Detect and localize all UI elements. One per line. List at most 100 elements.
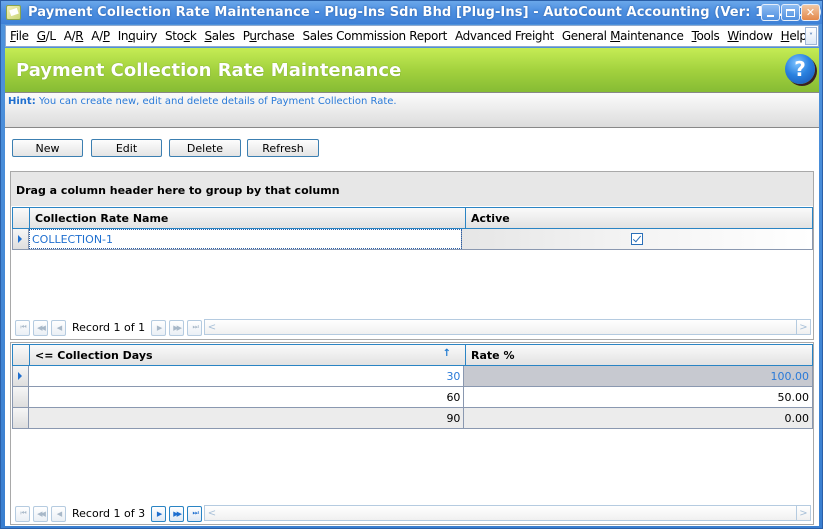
next-page-icon: ▶▶ (173, 323, 182, 332)
prev-page-button[interactable]: ◀◀ (33, 319, 48, 336)
menu-item-window[interactable]: Window (727, 29, 773, 43)
table-row[interactable]: 30 100.00 (12, 366, 813, 387)
first-icon: ⏮ (20, 509, 26, 517)
close-button[interactable]: ✕ (801, 4, 820, 21)
edit-button[interactable]: Edit (91, 139, 162, 157)
menu-item-a-r[interactable]: A/R (64, 29, 84, 43)
menu-item-a-p[interactable]: A/P (91, 29, 110, 43)
menu-item-tools[interactable]: Tools (692, 29, 720, 43)
menu-item-inquiry[interactable]: Inquiry (117, 29, 158, 43)
delete-button[interactable]: Delete (169, 139, 241, 157)
hint-panel: Hint: You can create new, edit and delet… (5, 92, 819, 128)
horizontal-scrollbar[interactable]: < > (204, 505, 811, 521)
rate-cell[interactable]: 0.00 (464, 408, 812, 428)
question-mark-icon: ? (794, 57, 806, 81)
column-header-rate[interactable]: Rate % (465, 345, 812, 365)
menu-label-part: A/ (63, 29, 76, 43)
table-row[interactable]: 90 0.00 (12, 408, 813, 429)
menu-label-part: /L (45, 29, 56, 43)
menu-label-part: aintenance (620, 29, 684, 43)
active-cell[interactable] (462, 229, 812, 249)
column-header-active[interactable]: Active (465, 208, 812, 228)
page-title: Payment Collection Rate Maintenance (16, 60, 402, 81)
menu-label-part: indow (738, 29, 773, 43)
maximize-button[interactable] (781, 4, 800, 21)
column-header-collection-days[interactable]: <= Collection Days ↑ (29, 345, 465, 365)
rate-cell[interactable]: 50.00 (464, 387, 812, 407)
menu-item-sales[interactable]: Sales (205, 29, 236, 43)
menu-overflow-button[interactable]: ˅ (805, 27, 817, 45)
last-record-button[interactable]: ⏭ (187, 319, 203, 336)
collection-days-cell[interactable]: 60 (29, 387, 465, 407)
close-icon: ✕ (805, 6, 816, 19)
row-indicator-header (13, 345, 29, 365)
header-band: Payment Collection Rate Maintenance ? (5, 48, 819, 92)
prev-record-button[interactable]: ◀ (51, 319, 66, 336)
horizontal-scrollbar[interactable]: < > (204, 319, 811, 335)
refresh-button[interactable]: Refresh (247, 139, 319, 157)
minimize-button[interactable] (761, 4, 780, 21)
prev-page-icon: ◀◀ (37, 323, 46, 332)
table-row[interactable]: 60 50.00 (12, 387, 813, 408)
next-icon: ▶ (156, 323, 163, 332)
next-page-button[interactable]: ▶▶ (169, 319, 185, 336)
prev-record-button[interactable]: ◀ (51, 505, 66, 522)
menu-item-help[interactable]: Help (781, 29, 807, 43)
row-indicator[interactable] (13, 408, 29, 428)
scroll-left-icon[interactable]: < (205, 506, 219, 520)
first-record-button[interactable]: ⏮ (15, 319, 30, 336)
row-indicator[interactable] (13, 366, 29, 386)
menu-item-g-l[interactable]: G/L (37, 29, 56, 43)
access-key: R (75, 29, 84, 43)
new-button[interactable]: New (12, 139, 83, 157)
row-indicator[interactable] (13, 229, 29, 249)
menu-item-stock[interactable]: Stock (165, 29, 197, 43)
access-key: G (36, 29, 46, 43)
next-page-button[interactable]: ▶▶ (169, 505, 185, 522)
last-record-button[interactable]: ⏭ (187, 505, 203, 522)
menu-label-part: Advanced Freight (454, 29, 554, 43)
help-button[interactable]: ? (785, 54, 815, 84)
column-header-collection-rate-name[interactable]: Collection Rate Name (29, 208, 465, 228)
menu-label-part: ools (696, 29, 720, 43)
menu-item-purchase[interactable]: Purchase (243, 29, 295, 43)
prev-page-icon: ◀◀ (37, 509, 46, 518)
collection-rate-name-cell[interactable]: COLLECTION-1 (28, 229, 463, 249)
prev-page-button[interactable]: ◀◀ (33, 505, 48, 522)
menu-label-part: In (117, 29, 129, 43)
first-icon: ⏮ (20, 323, 26, 331)
scroll-right-icon[interactable]: > (796, 506, 810, 520)
title-bar[interactable]: Payment Collection Rate Maintenance - Pl… (1, 1, 822, 24)
record-navigator: ⏮ ◀◀ ◀ Record 1 of 1 ▶ ▶▶ ⏭ < > (12, 317, 812, 338)
menu-label-part: ile (15, 29, 29, 43)
record-navigator: ⏮ ◀◀ ◀ Record 1 of 3 ▶ ▶▶ ⏭ < > (12, 503, 812, 524)
menu-item-file[interactable]: File (10, 29, 29, 43)
menu-item-advanced-freight[interactable]: Advanced Freight (455, 29, 554, 43)
menu-label-part: Sto (165, 29, 184, 43)
prev-icon: ◀ (56, 509, 63, 518)
table-row[interactable]: COLLECTION-1 (12, 229, 813, 250)
app-window: Payment Collection Rate Maintenance - Pl… (0, 0, 823, 529)
group-by-panel[interactable]: Drag a column header here to group by th… (11, 172, 813, 206)
column-header-row: Collection Rate Name Active (12, 207, 813, 229)
window-title: Payment Collection Rate Maintenance - Pl… (28, 5, 823, 20)
group-by-hint: Drag a column header here to group by th… (16, 184, 340, 197)
minimize-icon (767, 14, 774, 17)
menu-item-general-maintenance[interactable]: General Maintenance (562, 29, 684, 43)
next-record-button[interactable]: ▶ (151, 505, 167, 522)
collection-days-cell[interactable]: 90 (29, 408, 465, 428)
row-indicator[interactable] (13, 387, 29, 407)
next-record-button[interactable]: ▶ (151, 319, 167, 336)
collection-days-grid: <= Collection Days ↑ Rate % 30 100.00 60… (10, 342, 814, 525)
record-counter: Record 1 of 1 (72, 321, 146, 334)
main-content: Payment Collection Rate Maintenance ? Hi… (5, 48, 819, 526)
menu-label-part: uiry (135, 29, 158, 43)
active-checkbox[interactable] (631, 233, 644, 245)
menu-item-sales-commission-report[interactable]: Sales Commission Report (302, 29, 447, 43)
scroll-left-icon[interactable]: < (205, 320, 219, 334)
rate-cell[interactable]: 100.00 (464, 366, 812, 386)
scroll-right-icon[interactable]: > (796, 320, 810, 334)
access-key: P (102, 29, 110, 43)
first-record-button[interactable]: ⏮ (15, 505, 30, 522)
collection-days-cell[interactable]: 30 (29, 366, 465, 386)
